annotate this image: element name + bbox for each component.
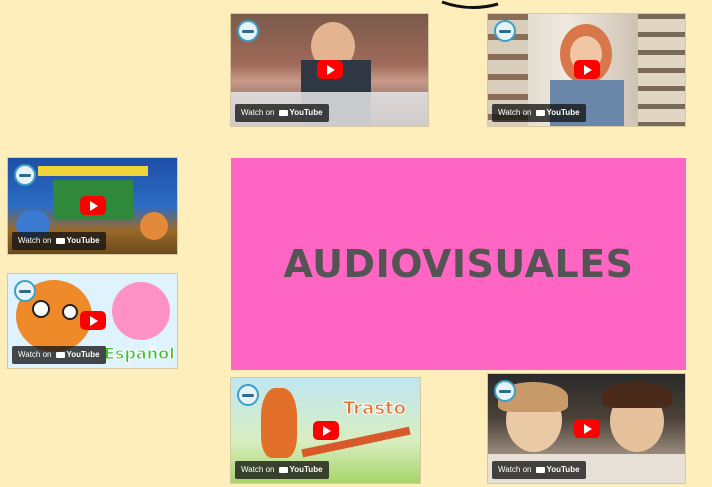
youtube-play-icon[interactable] [312,420,339,440]
youtube-logo-icon [278,466,288,473]
youtube-logo-icon [535,466,545,473]
youtube-play-icon[interactable] [79,311,106,330]
watch-on-label: Watch on [241,108,275,117]
watch-on-youtube-button[interactable]: Watch on YouTube [492,104,586,122]
watch-on-label: Watch on [18,236,52,245]
youtube-logo-icon [55,351,65,358]
channel-logo-icon [494,20,516,42]
banner-title: AUDIOVISUALES [283,242,634,286]
youtube-label: YouTube [546,465,580,474]
channel-logo-icon [237,20,259,42]
channel-logo-icon [237,384,259,406]
audiovisuales-banner: AUDIOVISUALES [231,158,686,370]
channel-logo-icon [14,164,36,186]
youtube-play-icon[interactable] [573,418,600,438]
youtube-logo-icon [535,109,545,116]
video-overlay-title: Español [104,344,176,364]
video-thumbnail-4[interactable]: Español Watch on YouTube [8,274,177,368]
video-thumbnail-1[interactable]: Watch on YouTube [231,14,428,126]
watch-on-youtube-button[interactable]: Watch on YouTube [12,346,106,364]
youtube-label: YouTube [66,350,100,359]
watch-on-youtube-button[interactable]: Watch on YouTube [12,232,106,250]
youtube-label: YouTube [546,108,580,117]
watch-on-label: Watch on [498,465,532,474]
youtube-label: YouTube [66,236,100,245]
youtube-logo-icon [55,237,65,244]
youtube-play-icon[interactable] [573,60,600,79]
video-thumbnail-2[interactable]: Watch on YouTube [488,14,685,126]
youtube-play-icon[interactable] [316,60,343,79]
video-overlay-title: Trasto [342,398,407,420]
youtube-play-icon[interactable] [79,196,106,215]
watch-on-youtube-button[interactable]: Watch on YouTube [492,461,586,479]
youtube-label: YouTube [289,465,323,474]
watch-on-label: Watch on [18,350,52,359]
watch-on-youtube-button[interactable]: Watch on YouTube [235,461,329,479]
channel-logo-icon [14,280,36,302]
watch-on-label: Watch on [498,108,532,117]
video-thumbnail-6[interactable]: Watch on YouTube [488,374,685,483]
watch-on-youtube-button[interactable]: Watch on YouTube [235,104,329,122]
youtube-logo-icon [278,109,288,116]
channel-logo-icon [494,380,516,402]
video-thumbnail-5[interactable]: Trasto Watch on YouTube [231,378,420,483]
video-thumbnail-3[interactable]: Watch on YouTube [8,158,177,254]
watch-on-label: Watch on [241,465,275,474]
decorative-scribble [441,0,499,9]
youtube-label: YouTube [289,108,323,117]
